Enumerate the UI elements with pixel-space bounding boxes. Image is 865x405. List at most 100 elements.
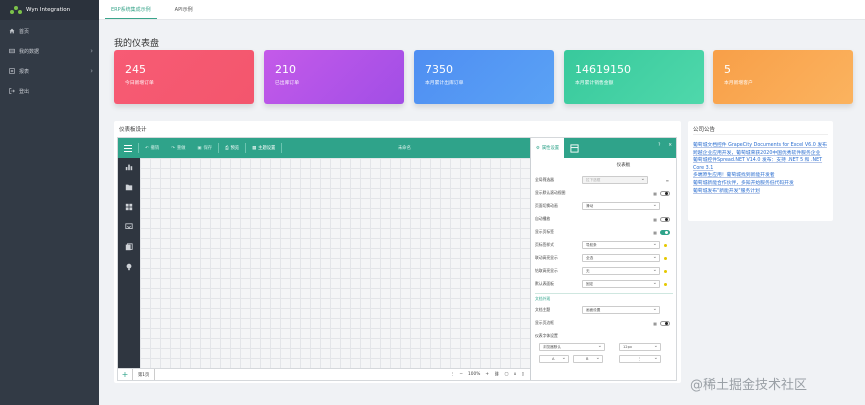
italic-button[interactable]: B [573, 355, 603, 363]
prop-select[interactable]: 无 [582, 267, 660, 275]
announcements-title: 公司公告 [693, 127, 716, 133]
close-icon[interactable]: ✕ [668, 143, 672, 148]
status-dot [664, 256, 667, 260]
page-tab[interactable]: 第1页 [132, 369, 156, 380]
theme-settings-button[interactable]: ▦ 主题设置 [246, 138, 281, 158]
announcement-link[interactable]: 多端原生应用！葡萄城找到新能开发者 [693, 172, 831, 180]
zoom-out-button[interactable]: − [459, 372, 463, 377]
chart-icon[interactable] [125, 163, 133, 171]
prop-show-page-tabs: 显示页标签 ▦ [535, 227, 673, 237]
list-icon[interactable]: ≡ [666, 178, 669, 183]
prop-select[interactable]: 全选 [582, 254, 660, 262]
prop-label: 页标签样式 [535, 242, 554, 247]
toggle[interactable] [660, 229, 670, 235]
announcement-link[interactable]: 葡萄城发布"新能开发"服务计划 [693, 188, 831, 196]
sidebar: Wyn Integration 首页 我的数据 › 报表 › 登出 [0, 0, 99, 405]
prop-page-border: 显示页边框 ▦ [535, 318, 673, 328]
magnet-icon[interactable]: ∪ [513, 372, 516, 377]
stat-card-shipped-orders[interactable]: 210 已出库订单 [264, 50, 404, 104]
mobile-icon[interactable]: ▯ [522, 372, 524, 377]
toggle[interactable] [660, 190, 670, 196]
announcement-link[interactable]: 跨越企业应用开发，葡萄城荣获2020中国优秀软件服务企业 [693, 150, 831, 158]
prop-select[interactable]: 拉下选框 [582, 176, 648, 184]
lightbulb-icon[interactable] [125, 263, 133, 271]
link-icon[interactable]: ⛓ [494, 372, 499, 377]
prop-select[interactable]: 导航条 [582, 241, 660, 249]
media-icon[interactable] [125, 243, 133, 251]
prop-select[interactable]: 滑动 [582, 202, 660, 210]
grid-small-icon: ▦ [653, 229, 657, 235]
design-canvas[interactable] [140, 158, 530, 370]
data-binding-icon[interactable] [570, 143, 579, 153]
theme-settings-label: 主题设置 [258, 146, 276, 151]
undo-label: 撤销 [150, 146, 160, 151]
status-dot [664, 282, 667, 286]
sidebar-item-home[interactable]: 首页 [0, 21, 99, 41]
stat-value: 14619150 [575, 63, 631, 76]
stat-card-monthly-sales[interactable]: 14619150 本月累计销售金额 [564, 50, 704, 104]
announcement-list: 葡萄城文档控件 GrapeCity Documents for Excel V6… [693, 142, 831, 195]
redo-icon: ↷ [171, 145, 175, 151]
stat-card-new-orders[interactable]: 245 今日新增订单 [114, 50, 254, 104]
more-icon[interactable]: ⋮ [450, 372, 454, 377]
stat-card-monthly-shipped[interactable]: 7350 本月累计出库订单 [414, 50, 554, 104]
save-button[interactable]: ▣ 保存 [191, 138, 218, 158]
brand[interactable]: Wyn Integration [0, 0, 99, 20]
watermark: @稀土掘金技术社区 [690, 378, 808, 393]
section-label: 文档外观 [535, 296, 551, 301]
announcement-link[interactable]: 葡萄城文档控件 GrapeCity Documents for Excel V6… [693, 142, 831, 150]
grid-small-icon: ▦ [653, 320, 657, 326]
properties-header: ⚙ 属性设置 ? ✕ [531, 138, 676, 158]
prop-label: 联动高亮显示 [535, 255, 558, 260]
document-title[interactable]: 未命名 [398, 145, 411, 151]
prop-label: 钻取高亮显示 [535, 268, 558, 273]
tab-erp-integration[interactable]: ERP系统集成示例 [99, 0, 163, 19]
tab-properties[interactable]: ⚙ 属性设置 [531, 138, 565, 158]
font-family-select[interactable]: 浏览器默认 [539, 343, 605, 351]
prop-label: 页面切换动画 [535, 203, 558, 208]
sidebar-item-label: 报表 [19, 68, 30, 75]
grid-icon[interactable] [125, 203, 133, 211]
sidebar-item-logout[interactable]: 登出 [0, 81, 99, 101]
announcement-link[interactable]: 葡萄城新能合作伙伴，多知开始服务低代码开发 [693, 180, 831, 188]
designer-frame: ↶撤销 ↷重做 ▣保存 ⎙预览 ▦主题设置 未命名 + 第1页 ⋮ − [117, 137, 677, 381]
sidebar-item-my-data[interactable]: 我的数据 › [0, 41, 99, 61]
undo-button[interactable]: ↶ 撤销 [139, 138, 165, 158]
stat-card-new-customers[interactable]: 5 本月新增客户 [713, 50, 853, 104]
prop-select[interactable]: 固定 [582, 280, 660, 288]
report-icon [9, 68, 15, 74]
tab-api-example[interactable]: API示例 [163, 0, 205, 19]
toggle[interactable] [660, 320, 670, 326]
redo-button[interactable]: ↷ 重做 [165, 138, 191, 158]
font-size-select[interactable]: 12px [619, 343, 661, 351]
sidebar-item-reports[interactable]: 报表 › [0, 61, 99, 81]
fit-icon[interactable]: ▢ [504, 372, 508, 377]
chevron-right-icon: › [90, 67, 93, 75]
prop-label: 仪表字体设置 [535, 333, 558, 338]
prop-font-style-row: A B ⋮ [535, 354, 673, 364]
filter-icon[interactable] [125, 223, 133, 231]
status-dot [664, 243, 667, 247]
align-button[interactable]: ⋮ [619, 355, 661, 363]
stat-value: 5 [724, 63, 731, 76]
stat-label: 今日新增订单 [125, 81, 154, 86]
grid-small-icon: ▦ [653, 190, 657, 196]
help-icon[interactable]: ? [658, 143, 660, 148]
add-page-button[interactable]: + [118, 370, 132, 379]
zoom-in-button[interactable]: + [485, 372, 489, 377]
menu-button[interactable] [118, 138, 138, 158]
prop-doc-theme: 文档主题 画面设置 [535, 305, 673, 315]
tab-properties-label: 属性设置 [541, 146, 560, 151]
zoom-level: 100% [468, 372, 481, 377]
grid-icon: ▦ [252, 145, 257, 151]
prop-select[interactable]: 画面设置 [582, 306, 660, 314]
stat-label: 本月累计出库订单 [425, 81, 464, 86]
bold-button[interactable]: A [539, 355, 569, 363]
prop-autoplay: 自动播放 ▦ [535, 214, 673, 224]
preview-button[interactable]: ⎙ 预览 [219, 138, 245, 158]
toggle[interactable] [660, 216, 670, 222]
folder-icon[interactable] [125, 183, 133, 191]
zoom-controls: ⋮ − 100% + ⛓ ▢ ∪ ▯ [450, 369, 524, 380]
prop-linked-highlight: 联动高亮显示 全选 [535, 253, 673, 263]
announcement-link[interactable]: 葡萄城控件Spread.NET V14.0 发布：支持 .NET 5 和 .NE… [693, 157, 831, 172]
